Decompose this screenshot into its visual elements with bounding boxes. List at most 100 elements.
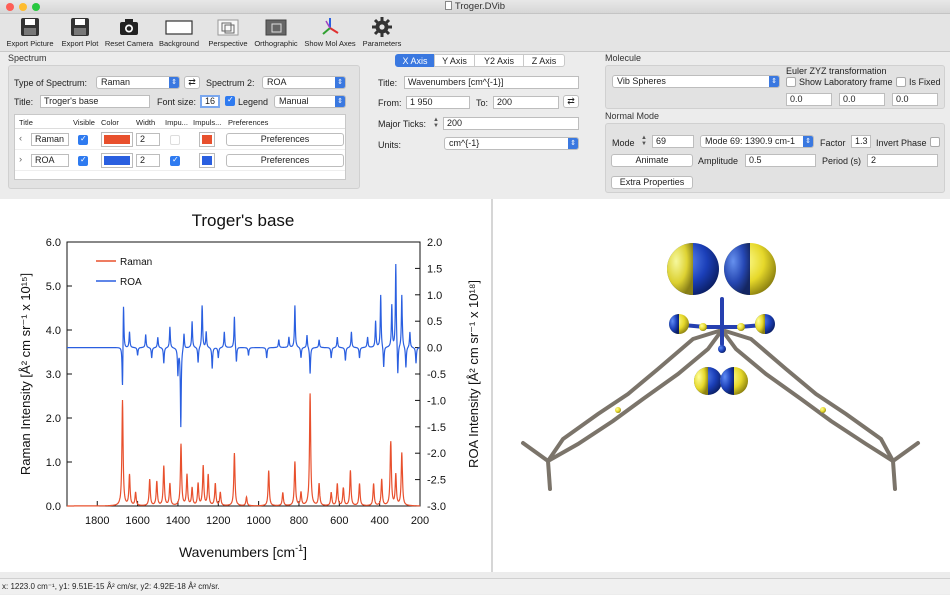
axis-title-input[interactable]: Wavenumbers [cm^{-1}] bbox=[404, 76, 579, 89]
swap-spectra-button[interactable]: ⇄ bbox=[184, 76, 200, 89]
euler-alpha-input[interactable]: 0.0 bbox=[786, 93, 832, 106]
y-tick-label: 0.0 bbox=[46, 501, 61, 513]
invert-phase-checkbox[interactable] bbox=[930, 137, 940, 147]
tab-x-axis[interactable]: X Axis bbox=[395, 54, 435, 67]
tab-y-axis[interactable]: Y Axis bbox=[434, 54, 475, 67]
legend-mode-value: Manual bbox=[279, 96, 309, 106]
molecule-render[interactable] bbox=[493, 199, 950, 572]
units-select[interactable]: cm^{-1} ⇕ bbox=[444, 137, 579, 150]
font-size-input[interactable]: 16 bbox=[200, 95, 220, 108]
chevron-left-icon[interactable]: ‹ bbox=[19, 133, 22, 144]
animate-button[interactable]: Animate bbox=[611, 154, 693, 167]
spectrum-type-select[interactable]: Raman ⇕ bbox=[96, 76, 180, 89]
euler-gamma-input[interactable]: 0.0 bbox=[892, 93, 938, 106]
spectrum-title-input[interactable]: Troger's base bbox=[40, 95, 150, 108]
factor-input[interactable]: 1.3 bbox=[851, 135, 871, 148]
period-label: Period (s) bbox=[822, 156, 862, 166]
row-color-swatch[interactable] bbox=[101, 153, 133, 168]
representation-select[interactable]: Vib Spheres ⇕ bbox=[612, 75, 780, 88]
export-plot-button[interactable]: Export Plot bbox=[58, 16, 102, 48]
chevron-right-icon[interactable]: › bbox=[19, 154, 22, 165]
table-row[interactable]: ‹ Raman 2 Preferences bbox=[15, 130, 345, 150]
y2-tick-label: 1.5 bbox=[427, 263, 442, 275]
table-row[interactable]: › ROA 2 Preferences bbox=[15, 151, 345, 171]
molecule-viewport[interactable] bbox=[493, 199, 950, 572]
col-color: Color bbox=[101, 118, 119, 127]
spectrum-plot[interactable]: Troger's base 1800 1600 1400 1200 1000 800 600… bbox=[0, 199, 491, 572]
y2-tick-label: -1.0 bbox=[427, 395, 446, 407]
x-tick-label: 1200 bbox=[206, 515, 230, 527]
y-tick-label: 6.0 bbox=[46, 237, 61, 249]
export-picture-button[interactable]: Export Picture bbox=[4, 16, 56, 48]
row-preferences-button[interactable]: Preferences bbox=[226, 154, 344, 167]
row-preferences-button[interactable]: Preferences bbox=[226, 133, 344, 146]
x-tick-label: 1400 bbox=[166, 515, 190, 527]
chevron-updown-icon: ⇕ bbox=[335, 96, 345, 107]
y-tick-label: 4.0 bbox=[46, 325, 61, 337]
molecule-bonds bbox=[521, 297, 920, 491]
row-impulse-checkbox[interactable] bbox=[170, 135, 180, 145]
spectrum2-value: ROA bbox=[267, 77, 287, 87]
amplitude-input[interactable]: 0.5 bbox=[745, 154, 816, 167]
period-input[interactable]: 2 bbox=[867, 154, 938, 167]
perspective-button[interactable]: Perspective bbox=[204, 16, 252, 48]
show-lab-frame-checkbox[interactable] bbox=[786, 77, 796, 87]
parameters-button[interactable]: Parameters bbox=[359, 16, 405, 48]
y-tick-label: 1.0 bbox=[46, 457, 61, 469]
swap-range-button[interactable]: ⇄ bbox=[563, 95, 579, 108]
splitter-handle[interactable] bbox=[491, 199, 493, 572]
perspective-icon bbox=[217, 19, 239, 36]
is-fixed-checkbox[interactable] bbox=[896, 77, 906, 87]
orthographic-button[interactable]: Orthographic bbox=[252, 16, 300, 48]
row-width-input[interactable]: 2 bbox=[136, 154, 160, 167]
major-ticks-input[interactable]: 200 bbox=[443, 117, 579, 130]
floppy-icon bbox=[21, 18, 39, 36]
series-table-header: Title Visible Color Width Impu... Impuls… bbox=[15, 115, 345, 129]
tab-z-axis[interactable]: Z Axis bbox=[523, 54, 565, 67]
row-visible-checkbox[interactable] bbox=[78, 155, 88, 166]
row-impulse-color-swatch[interactable] bbox=[199, 132, 215, 147]
row-impulse-checkbox[interactable] bbox=[170, 155, 180, 166]
export-plot-label: Export Plot bbox=[61, 39, 99, 48]
mode-input[interactable]: 69 bbox=[652, 135, 694, 148]
x-tick-label: 1000 bbox=[246, 515, 270, 527]
y2-tick-label: -3.0 bbox=[427, 501, 446, 513]
show-mol-axes-button[interactable]: Show Mol Axes bbox=[302, 16, 358, 48]
factor-label: Factor bbox=[820, 138, 846, 148]
axis-from-input[interactable]: 1 950 bbox=[406, 96, 470, 109]
extra-properties-button[interactable]: Extra Properties bbox=[611, 176, 693, 189]
row-visible-checkbox[interactable] bbox=[78, 134, 88, 145]
row-color-swatch[interactable] bbox=[101, 132, 133, 147]
x-tick-label: 800 bbox=[290, 515, 308, 527]
col-visible: Visible bbox=[73, 118, 95, 127]
font-size-label: Font size: bbox=[157, 97, 197, 107]
chart-title: Troger's base bbox=[192, 211, 295, 230]
normal-mode-section-title: Normal Mode bbox=[605, 111, 660, 121]
mode-select-value: Mode 69: 1390.9 cm-1 bbox=[705, 136, 796, 146]
euler-beta-input[interactable]: 0.0 bbox=[839, 93, 885, 106]
window-title-text: Troger.DVib bbox=[454, 1, 506, 12]
row-title-input[interactable]: Raman bbox=[31, 133, 69, 146]
spectrum-chart[interactable]: Troger's base 1800 1600 1400 1200 1000 800 600… bbox=[0, 199, 491, 572]
row-impulse-color-swatch[interactable] bbox=[199, 153, 215, 168]
series-table: Title Visible Color Width Impu... Impuls… bbox=[14, 114, 346, 180]
y2-tick-label: 0.0 bbox=[427, 343, 442, 355]
tab-y2-axis[interactable]: Y2 Axis bbox=[474, 54, 524, 67]
x-axis-label-end: ] bbox=[303, 544, 307, 560]
swap-icon: ⇄ bbox=[567, 96, 575, 106]
row-title-input[interactable]: ROA bbox=[31, 154, 69, 167]
row-width-input[interactable]: 2 bbox=[136, 133, 160, 146]
chevron-updown-icon: ⇕ bbox=[169, 77, 179, 88]
axis-to-input[interactable]: 200 bbox=[493, 96, 559, 109]
ticks-stepper[interactable]: ▲ ▼ bbox=[432, 117, 440, 130]
mode-stepper[interactable]: ▲ ▼ bbox=[640, 135, 648, 148]
x-axis-label-sup: -1 bbox=[295, 543, 303, 553]
swap-icon: ⇄ bbox=[188, 77, 196, 87]
spectrum2-select[interactable]: ROA ⇕ bbox=[262, 76, 346, 89]
legend-mode-select[interactable]: Manual ⇕ bbox=[274, 95, 346, 108]
col-width: Width bbox=[136, 118, 156, 127]
mode-select[interactable]: Mode 69: 1390.9 cm-1 ⇕ bbox=[700, 135, 814, 148]
reset-camera-button[interactable]: Reset Camera bbox=[103, 16, 155, 48]
legend-checkbox[interactable] bbox=[225, 95, 235, 106]
background-button[interactable]: Background bbox=[156, 16, 202, 48]
